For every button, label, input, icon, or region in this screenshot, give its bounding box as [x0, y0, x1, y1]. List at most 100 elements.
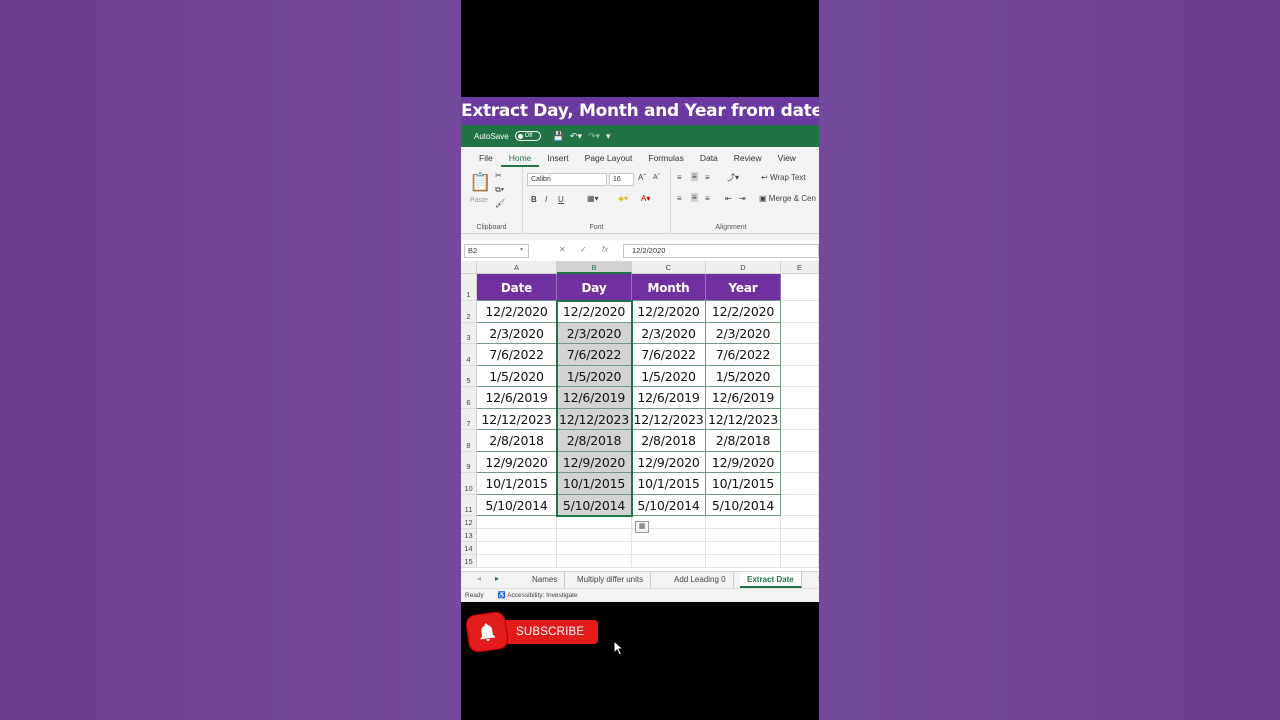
tab-home[interactable]: Home [500, 153, 540, 167]
table-cell[interactable]: 12/6/2019 [557, 387, 632, 409]
table-cell[interactable]: 2/3/2020 [632, 323, 706, 344]
empty-cell[interactable] [781, 301, 819, 323]
table-cell[interactable]: 12/6/2019 [632, 387, 706, 409]
font-color-icon[interactable]: A▾ [641, 194, 650, 203]
empty-cell[interactable] [477, 516, 557, 529]
empty-cell[interactable] [781, 495, 819, 516]
row-header-2[interactable]: 2 [461, 301, 477, 323]
table-cell[interactable]: 12/9/2020 [557, 452, 632, 473]
customize-toolbar-icon[interactable]: ▾ [606, 131, 611, 142]
empty-cell[interactable] [781, 555, 819, 568]
column-header-b[interactable]: B [557, 261, 632, 274]
table-cell[interactable]: 7/6/2022 [557, 344, 632, 366]
tab-review[interactable]: Review [726, 153, 770, 167]
table-cell[interactable]: 12/12/2023 [557, 409, 632, 430]
empty-cell[interactable] [781, 344, 819, 366]
empty-cell[interactable] [781, 366, 819, 387]
table-cell[interactable]: 12/2/2020 [477, 301, 557, 323]
table-cell[interactable]: 12/9/2020 [632, 452, 706, 473]
tab-insert[interactable]: Insert [539, 153, 576, 167]
table-cell[interactable]: 5/10/2014 [706, 495, 781, 516]
empty-cell[interactable] [781, 409, 819, 430]
enter-icon[interactable]: ✓ [580, 245, 587, 254]
table-cell[interactable]: 7/6/2022 [706, 344, 781, 366]
table-cell[interactable]: 2/3/2020 [706, 323, 781, 344]
table-cell[interactable]: 1/5/2020 [632, 366, 706, 387]
orientation-icon[interactable]: ⤴▾ [727, 172, 739, 183]
table-cell[interactable]: 12/12/2023 [706, 409, 781, 430]
empty-cell[interactable] [706, 542, 781, 555]
align-center-icon[interactable]: ≡ [691, 193, 698, 202]
table-cell[interactable]: 2/8/2018 [706, 430, 781, 452]
table-cell[interactable]: 2/8/2018 [632, 430, 706, 452]
quick-analysis-icon[interactable]: ▦ [635, 521, 649, 533]
fill-color-icon[interactable]: ◈▾ [618, 194, 628, 203]
decrease-indent-icon[interactable]: ⇤ [725, 194, 732, 203]
table-cell[interactable]: 10/1/2015 [632, 473, 706, 495]
empty-cell[interactable] [477, 529, 557, 542]
format-painter-icon[interactable]: 🖌 [495, 199, 505, 208]
empty-cell[interactable] [781, 529, 819, 542]
merge-center-button[interactable]: ▣ Merge & Cen [759, 194, 816, 203]
align-right-icon[interactable]: ≡ [705, 194, 710, 203]
empty-cell[interactable] [706, 529, 781, 542]
empty-cell[interactable] [781, 274, 819, 301]
table-cell[interactable]: 12/9/2020 [706, 452, 781, 473]
column-header-d[interactable]: D [706, 261, 781, 274]
column-header-a[interactable]: A [477, 261, 557, 274]
row-header-8[interactable]: 8 [461, 430, 477, 452]
row-header-10[interactable]: 10 [461, 473, 477, 495]
table-cell[interactable]: 12/2/2020 [706, 301, 781, 323]
font-size-select[interactable]: 16 [609, 173, 634, 186]
table-header-month[interactable]: Month [632, 274, 706, 301]
column-header-c[interactable]: C [632, 261, 706, 274]
table-cell[interactable]: 10/1/2015 [477, 473, 557, 495]
empty-cell[interactable] [706, 555, 781, 568]
borders-icon[interactable]: ▦▾ [587, 194, 599, 203]
bold-button[interactable]: B [531, 195, 537, 204]
sheet-tab-s[interactable]: S [811, 572, 819, 588]
row-header-11[interactable]: 11 [461, 495, 477, 516]
shrink-font-icon[interactable]: Aˇ [653, 174, 660, 181]
font-name-select[interactable]: Calibri [527, 173, 607, 186]
paste-icon[interactable]: 📋 [469, 172, 491, 193]
table-cell[interactable]: 2/8/2018 [477, 430, 557, 452]
table-header-day[interactable]: Day [557, 274, 632, 301]
tab-page-layout[interactable]: Page Layout [577, 153, 641, 167]
scroll-left-icon[interactable]: ◂ [477, 574, 481, 583]
table-header-year[interactable]: Year [706, 274, 781, 301]
tab-view[interactable]: View [770, 153, 804, 167]
empty-cell[interactable] [781, 387, 819, 409]
row-header-12[interactable]: 12 [461, 516, 477, 529]
cut-icon[interactable]: ✂ [495, 171, 502, 180]
tab-data[interactable]: Data [692, 153, 726, 167]
empty-cell[interactable] [781, 473, 819, 495]
tab-formulas[interactable]: Formulas [640, 153, 691, 167]
empty-cell[interactable] [781, 542, 819, 555]
table-cell[interactable]: 1/5/2020 [477, 366, 557, 387]
table-cell[interactable]: 1/5/2020 [557, 366, 632, 387]
empty-cell[interactable] [781, 516, 819, 529]
table-cell[interactable]: 1/5/2020 [706, 366, 781, 387]
align-left-icon[interactable]: ≡ [677, 194, 682, 203]
table-cell[interactable]: 12/12/2023 [477, 409, 557, 430]
undo-icon[interactable]: ↶▾ [570, 131, 582, 142]
row-header-5[interactable]: 5 [461, 366, 477, 387]
table-header-date[interactable]: Date [477, 274, 557, 301]
bell-icon[interactable] [465, 611, 509, 653]
italic-button[interactable]: I [545, 195, 547, 204]
empty-cell[interactable] [632, 542, 706, 555]
sheet-tab-add-leading-0[interactable]: Add Leading 0 [667, 572, 734, 588]
row-header-9[interactable]: 9 [461, 452, 477, 473]
accessibility-status[interactable]: Accessibility: Investigate [507, 592, 577, 599]
align-top-icon[interactable]: ≡ [677, 173, 682, 182]
empty-cell[interactable] [557, 516, 632, 529]
table-cell[interactable]: 7/6/2022 [632, 344, 706, 366]
wrap-text-button[interactable]: ↩ Wrap Text [761, 173, 806, 182]
table-cell[interactable]: 12/12/2023 [632, 409, 706, 430]
empty-cell[interactable] [477, 542, 557, 555]
table-cell[interactable]: 2/3/2020 [477, 323, 557, 344]
table-cell[interactable]: 12/6/2019 [706, 387, 781, 409]
table-cell[interactable]: 12/2/2020 [557, 301, 632, 323]
cancel-icon[interactable]: ✕ [559, 245, 566, 254]
